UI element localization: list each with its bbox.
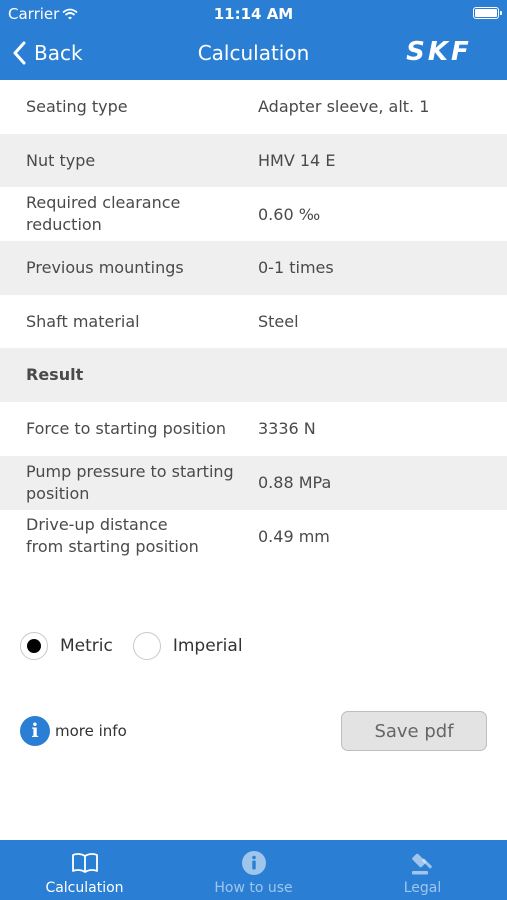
navigation-bar: Back Calculation SKF [0,30,507,76]
tab-label: Legal [403,880,442,896]
metric-option[interactable]: Metric [20,632,113,660]
imperial-radio[interactable] [132,632,161,660]
row-value: 0.49 mm [258,526,330,546]
row-force-to-start: Force to starting position 3336 N [0,402,507,456]
tab-label: How to use [214,880,293,896]
svg-text:SKF: SKF [406,38,472,64]
info-icon: i [20,716,50,746]
tab-label: Calculation [45,880,124,896]
metric-label: Metric [60,636,113,656]
row-label: Seating type [26,96,128,116]
skf-logo: SKF [406,38,472,64]
more-info-label: more info [55,722,127,740]
status-time: 11:14 AM [213,5,294,23]
tab-bar: Calculation How to use Legal [0,840,507,900]
book-icon [71,850,99,876]
status-bar: Carrier 11:14 AM [0,0,507,28]
info-icon [241,850,267,876]
row-value: 0.60 ‰ [258,204,321,224]
imperial-label: Imperial [172,636,243,656]
row-drive-up-distance: Drive-up distance from starting position… [0,510,507,564]
row-label: Force to starting position [26,418,226,438]
battery-icon [473,7,502,19]
row-pump-pressure: Pump pressure to starting position 0.88 … [0,455,507,510]
row-label: Shaft material [26,311,140,331]
radio-selected-dot [27,639,41,653]
calculation-table: Seating type Adapter sleeve, alt. 1 Nut … [0,80,507,563]
more-info-link[interactable]: i more info [20,716,127,746]
row-value: Adapter sleeve, alt. 1 [258,97,430,117]
result-header: Result [0,348,507,403]
unit-selector: Metric Imperial [20,632,263,660]
row-value: 0-1 times [258,258,334,278]
imperial-option[interactable]: Imperial [132,632,243,660]
row-label: Pump pressure to starting position [26,461,234,503]
tab-how-to-use[interactable]: How to use [169,840,338,900]
row-shaft-material: Shaft material Steel [0,295,507,349]
row-label: Previous mountings [26,257,184,277]
tab-legal[interactable]: Legal [338,840,507,900]
row-value: Steel [258,312,299,332]
row-clearance-reduction: Required clearance reduction 0.60 ‰ [0,187,507,241]
row-previous-mountings: Previous mountings 0-1 times [0,241,507,295]
row-value: 0.88 MPa [258,473,332,493]
top-bar: Carrier 11:14 AM Back Calculation SKF [0,0,507,80]
gavel-icon [409,850,437,876]
result-heading: Result [26,365,84,385]
row-seating-type: Seating type Adapter sleeve, alt. 1 [0,80,507,134]
row-label: Drive-up distance from starting position [26,515,199,557]
row-label: Required clearance reduction [26,193,181,235]
save-pdf-label: Save pdf [374,720,454,742]
row-value: 3336 N [258,419,316,439]
save-pdf-button[interactable]: Save pdf [341,711,487,751]
row-label: Nut type [26,150,96,170]
metric-radio[interactable] [20,632,48,660]
row-nut-type: Nut type HMV 14 E [0,133,507,188]
row-value: HMV 14 E [258,151,336,171]
tab-calculation[interactable]: Calculation [0,840,169,900]
